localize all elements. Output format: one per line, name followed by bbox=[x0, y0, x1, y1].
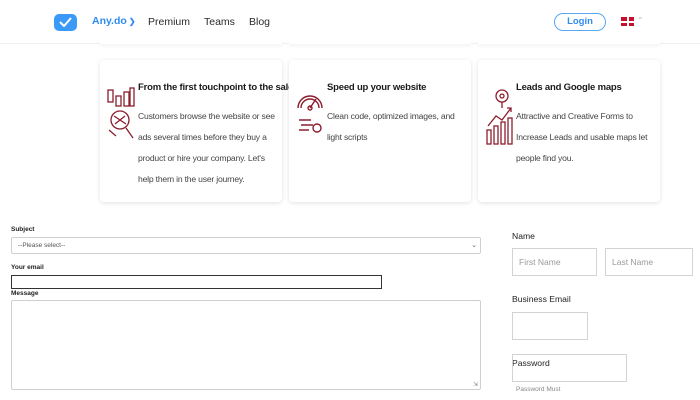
card-edge bbox=[289, 40, 471, 44]
chevron-down-icon: ❯ bbox=[128, 17, 136, 26]
resize-handle-icon[interactable]: ⇲ bbox=[473, 381, 478, 388]
card-text: Customers browse the website or see ads … bbox=[138, 111, 275, 184]
password-input[interactable] bbox=[512, 354, 627, 382]
brand-label: Any.do bbox=[92, 15, 127, 27]
password-hint: Password Must bbox=[516, 386, 561, 393]
card-edge bbox=[478, 40, 660, 44]
speedometer-icon bbox=[297, 95, 323, 133]
first-name-input[interactable]: First Name bbox=[512, 248, 597, 276]
top-nav: Any.do ❯ Premium Teams Blog Login ⌃ bbox=[0, 0, 700, 44]
uk-flag-icon[interactable] bbox=[621, 17, 634, 26]
card-title: Speed up your website bbox=[327, 82, 427, 93]
subject-label: Subject bbox=[11, 226, 35, 233]
card-text: Clean code, optimized images, and light … bbox=[327, 111, 455, 142]
subject-select[interactable]: --Please select-- ⌄ bbox=[11, 237, 481, 254]
brand-menu[interactable]: Any.do ❯ bbox=[92, 15, 136, 27]
card-title: Leads and Google maps bbox=[516, 82, 622, 93]
message-label: Message bbox=[11, 290, 39, 297]
email-input[interactable] bbox=[11, 275, 382, 289]
nav-link-premium[interactable]: Premium bbox=[148, 16, 190, 28]
feature-card-leads: Leads and Google maps Attractive and Cre… bbox=[478, 60, 660, 202]
subject-value: --Please select-- bbox=[18, 242, 66, 249]
login-button[interactable]: Login bbox=[554, 13, 606, 31]
feature-card-sales: From the first touchpoint to the sale Cu… bbox=[100, 60, 293, 202]
business-email-label: Business Email bbox=[512, 294, 571, 304]
sales-funnel-icon bbox=[107, 87, 135, 139]
card-title: From the first touchpoint to the sale bbox=[138, 82, 294, 93]
card-edge bbox=[100, 40, 282, 44]
feature-card-speed: Speed up your website Clean code, optimi… bbox=[289, 60, 471, 202]
card-text: Attractive and Creative Forms to Increas… bbox=[516, 111, 648, 163]
business-email-input[interactable] bbox=[512, 312, 588, 340]
message-textarea[interactable]: ⇲ bbox=[11, 300, 481, 390]
last-name-input[interactable]: Last Name bbox=[605, 248, 693, 276]
email-label: Your email bbox=[11, 264, 44, 271]
nav-link-blog[interactable]: Blog bbox=[249, 16, 270, 28]
nav-link-teams[interactable]: Teams bbox=[204, 16, 235, 28]
name-label: Name bbox=[512, 231, 535, 241]
anydo-logo-icon[interactable] bbox=[54, 14, 77, 31]
chevron-down-icon: ⌄ bbox=[471, 242, 477, 249]
leads-growth-icon bbox=[486, 89, 513, 145]
language-chevron-icon[interactable]: ⌃ bbox=[637, 16, 644, 25]
